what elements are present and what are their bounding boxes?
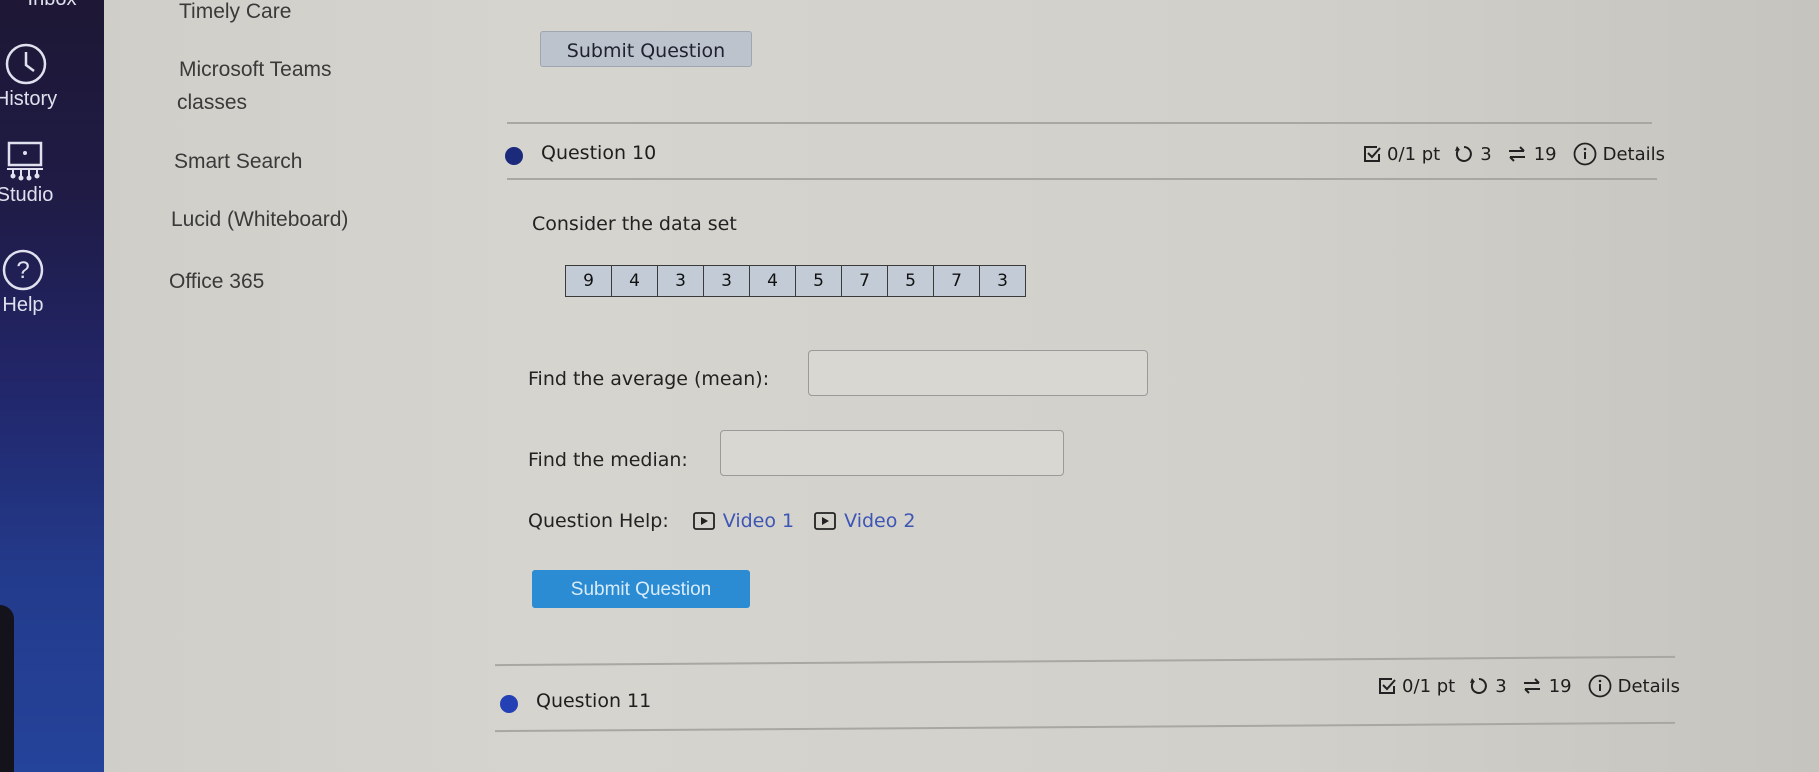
svg-text:?: ? xyxy=(16,257,29,284)
video-1-label: Video 1 xyxy=(722,510,795,532)
versions-icon xyxy=(1523,678,1540,694)
tray-link-office-365[interactable]: Office 365 xyxy=(169,270,264,294)
divider xyxy=(507,122,1652,124)
data-set-cell: 3 xyxy=(703,265,750,297)
tray-link-smart-search[interactable]: Smart Search xyxy=(174,150,302,174)
nav-item-studio[interactable]: Studio xyxy=(0,140,77,207)
mean-input[interactable] xyxy=(808,350,1148,396)
nav-label-history: History xyxy=(0,88,58,110)
points-text: 0/1 pt xyxy=(1387,143,1441,165)
retries-count: 3 xyxy=(1480,143,1492,165)
median-label: Find the median: xyxy=(528,449,688,471)
question-11-meta: 0/1 pt 3 19 Details xyxy=(1378,674,1680,698)
video-play-icon xyxy=(814,512,837,530)
studio-icon xyxy=(7,141,43,181)
video-play-icon xyxy=(692,512,715,530)
data-set-cell: 4 xyxy=(611,265,658,297)
points-text: 0/1 pt xyxy=(1402,675,1456,697)
global-nav: Inbox History Studio ? Help xyxy=(0,0,104,772)
question-11-header: Question 11 0/1 pt 3 19 Details xyxy=(500,674,1680,720)
median-input[interactable] xyxy=(720,430,1064,476)
data-set-cell: 5 xyxy=(795,265,842,297)
nav-label-help: Help xyxy=(2,294,44,316)
question-status-dot xyxy=(500,695,518,713)
divider xyxy=(495,655,1675,667)
divider xyxy=(495,721,1675,733)
info-icon[interactable] xyxy=(1588,674,1612,698)
data-set-cell: 3 xyxy=(657,265,704,297)
tray-menu: Timely Care Microsoft Teams classes Smar… xyxy=(104,0,484,772)
data-set-cell: 7 xyxy=(933,265,980,297)
retry-icon xyxy=(1470,678,1488,694)
nav-item-history[interactable]: History xyxy=(0,42,78,111)
versions-count: 19 xyxy=(1548,675,1572,697)
video-1-link[interactable]: Video 1 xyxy=(692,510,795,532)
nav-item-inbox[interactable]: Inbox xyxy=(0,0,104,11)
data-set-table: 9433457573 xyxy=(565,265,1026,297)
data-set-cell: 7 xyxy=(841,265,888,297)
question-help: Question Help: Video 1 Video 2 xyxy=(528,510,936,532)
info-icon[interactable] xyxy=(1573,142,1597,166)
data-set-cell: 9 xyxy=(565,265,612,297)
data-set-row: 9433457573 xyxy=(565,265,1026,297)
submit-question-button[interactable]: Submit Question xyxy=(532,570,750,608)
question-10-title: Question 10 xyxy=(541,142,657,164)
versions-icon xyxy=(1508,146,1525,162)
help-icon: ? xyxy=(2,249,44,291)
previous-submit-button[interactable]: Submit Question xyxy=(540,31,752,67)
tray-link-lucid[interactable]: Lucid (Whiteboard) xyxy=(171,208,348,232)
versions-count: 19 xyxy=(1533,143,1557,165)
tray-link-timely-care[interactable]: Timely Care xyxy=(179,0,291,24)
clock-icon xyxy=(5,43,47,85)
data-set-cell: 4 xyxy=(749,265,796,297)
video-2-link[interactable]: Video 2 xyxy=(814,510,916,532)
mean-label: Find the average (mean): xyxy=(528,368,770,390)
page: Inbox History Studio ? Help xyxy=(0,0,1819,772)
nav-item-help[interactable]: ? Help xyxy=(0,248,75,317)
details-link[interactable]: Details xyxy=(1603,144,1665,165)
nav-bottom-shape xyxy=(0,605,14,772)
data-set-cell: 3 xyxy=(979,265,1026,297)
checkbox-icon xyxy=(1379,678,1396,694)
question-status-dot xyxy=(505,147,523,165)
question-10-meta: 0/1 pt 3 19 Details xyxy=(1363,142,1665,166)
divider xyxy=(507,178,1657,180)
checkbox-icon xyxy=(1364,146,1381,162)
question-10-header: Question 10 0/1 pt 3 19 Details xyxy=(505,136,1665,176)
tray-link-classes[interactable]: classes xyxy=(177,91,247,115)
nav-label-studio: Studio xyxy=(0,184,54,206)
question-11-title: Question 11 xyxy=(536,690,652,712)
question-help-label: Question Help: xyxy=(528,510,669,532)
retries-count: 3 xyxy=(1495,675,1507,697)
tray-link-microsoft-teams[interactable]: Microsoft Teams xyxy=(179,58,332,82)
nav-label-inbox: Inbox xyxy=(0,0,104,11)
question-prompt: Consider the data set xyxy=(532,213,737,235)
retry-icon xyxy=(1455,146,1473,162)
details-link[interactable]: Details xyxy=(1618,676,1680,697)
data-set-cell: 5 xyxy=(887,265,934,297)
video-2-label: Video 2 xyxy=(844,510,916,532)
